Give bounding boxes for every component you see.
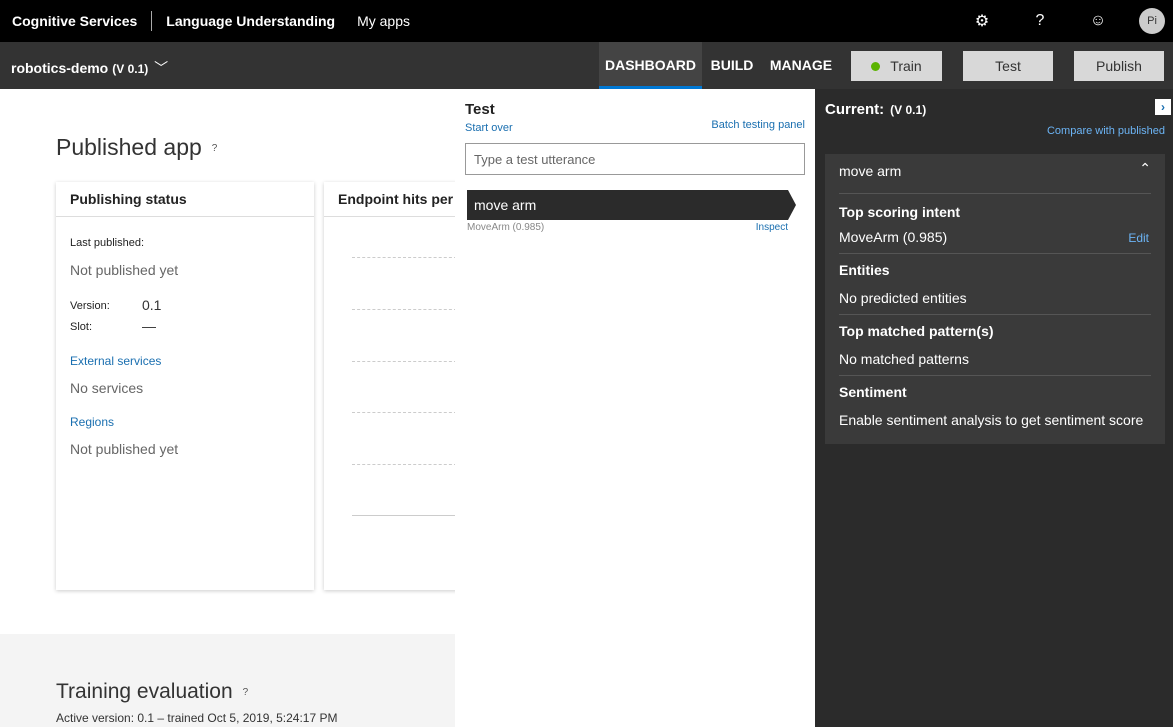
start-over-link[interactable]: Start over [465,122,513,134]
app-version: (V 0.1) [112,62,149,76]
patterns-value: No matched patterns [839,351,969,367]
test-panel: Test Start over Batch testing panel move… [455,89,815,727]
divider [839,375,1151,376]
batch-testing-link[interactable]: Batch testing panel [711,119,805,131]
divider [839,193,1151,194]
inspect-results-box: move arm ⌃ Top scoring intent MoveArm (0… [825,154,1165,444]
slot-value: — [142,318,156,334]
my-apps-link[interactable]: My apps [357,13,410,29]
test-button[interactable]: Test [963,51,1053,81]
gridline [352,464,457,465]
current-version-heading: Current: (V 0.1) [825,101,926,118]
external-services-value: No services [70,380,144,396]
edit-intent-link[interactable]: Edit [1128,231,1149,245]
collapse-icon[interactable]: ⌃ [1139,160,1151,177]
training-subtitle: Active version: 0.1 – trained Oct 5, 201… [56,711,338,725]
train-button-label: Train [890,58,922,74]
current-version: (V 0.1) [890,103,927,117]
endpoint-hits-card: Endpoint hits per [324,182,474,590]
tab-manage[interactable]: MANAGE [766,42,836,89]
tab-build[interactable]: BUILD [706,42,758,89]
slot-label: Slot: [70,321,93,333]
publish-button[interactable]: Publish [1074,51,1164,81]
help-icon[interactable]: ? [1011,12,1069,30]
expand-panel-icon[interactable]: › [1155,99,1171,115]
training-evaluation-section: Training evaluation? Active version: 0.1… [0,634,455,727]
feedback-icon[interactable]: ☺ [1069,12,1127,30]
help-icon[interactable]: ? [212,143,218,154]
published-app-title: Published app [56,134,202,160]
inspected-utterance: move arm [839,163,902,179]
gridline [352,257,457,258]
card-header: Publishing status [56,182,314,217]
test-utterance-input[interactable] [465,143,805,175]
inspect-link[interactable]: Inspect [756,222,788,233]
test-utterance-item[interactable]: move arm [467,190,788,220]
last-published-value: Not published yet [70,262,179,278]
last-published-label: Last published: [70,237,144,249]
tab-dashboard[interactable]: DASHBOARD [599,42,702,89]
divider [839,253,1151,254]
train-button[interactable]: Train [851,51,942,81]
test-panel-title: Test [465,101,495,118]
app-bar: robotics-demo (V 0.1) ﹀ DASHBOARD BUILD M… [0,42,1173,89]
version-label: Version: [70,300,110,312]
current-label: Current: [825,101,885,118]
gridline [352,361,457,362]
entities-label: Entities [839,262,890,278]
axis-line [352,515,457,516]
top-bar: Cognitive Services Language Understandin… [0,0,1173,42]
inspect-panel: Current: (V 0.1) › Compare with published… [815,89,1173,727]
external-services-link[interactable]: External services [70,354,161,368]
selected-arrow [788,190,796,220]
divider [151,11,153,31]
top-scoring-intent-value: MoveArm (0.985) [839,229,948,245]
card-header: Endpoint hits per [324,182,474,217]
chevron-down-icon: ﹀ [150,60,169,76]
help-icon[interactable]: ? [243,687,249,698]
publishing-status-card: Publishing status Last published: Not pu… [56,182,314,590]
brand-link[interactable]: Cognitive Services [0,13,137,29]
patterns-label: Top matched pattern(s) [839,323,994,339]
section-title: Training evaluation? [56,680,248,704]
regions-value: Not published yet [70,441,179,457]
page-title: Published app? [56,134,217,161]
app-name: robotics-demo [11,60,109,76]
app-selector[interactable]: robotics-demo (V 0.1) ﹀ [11,58,168,78]
top-bar-icons: ⚙ ? ☺ Pi [953,0,1173,42]
training-title: Training evaluation [56,680,233,703]
gridline [352,412,457,413]
avatar[interactable]: Pi [1139,8,1165,34]
top-scoring-intent-label: Top scoring intent [839,204,961,220]
regions-link[interactable]: Regions [70,415,114,429]
gridline [352,309,457,310]
sentiment-value: Enable sentiment analysis to get sentime… [839,412,1144,428]
utterance-result: MoveArm (0.985) [467,222,545,233]
entities-value: No predicted entities [839,290,967,306]
version-value: 0.1 [142,297,162,313]
train-status-dot [871,61,881,71]
compare-with-published-link[interactable]: Compare with published [1047,125,1165,137]
divider [839,314,1151,315]
product-link[interactable]: Language Understanding [166,13,335,29]
settings-icon[interactable]: ⚙ [953,11,1011,31]
dashboard-main: Published app? Publishing status Last pu… [0,89,474,634]
sentiment-label: Sentiment [839,384,907,400]
